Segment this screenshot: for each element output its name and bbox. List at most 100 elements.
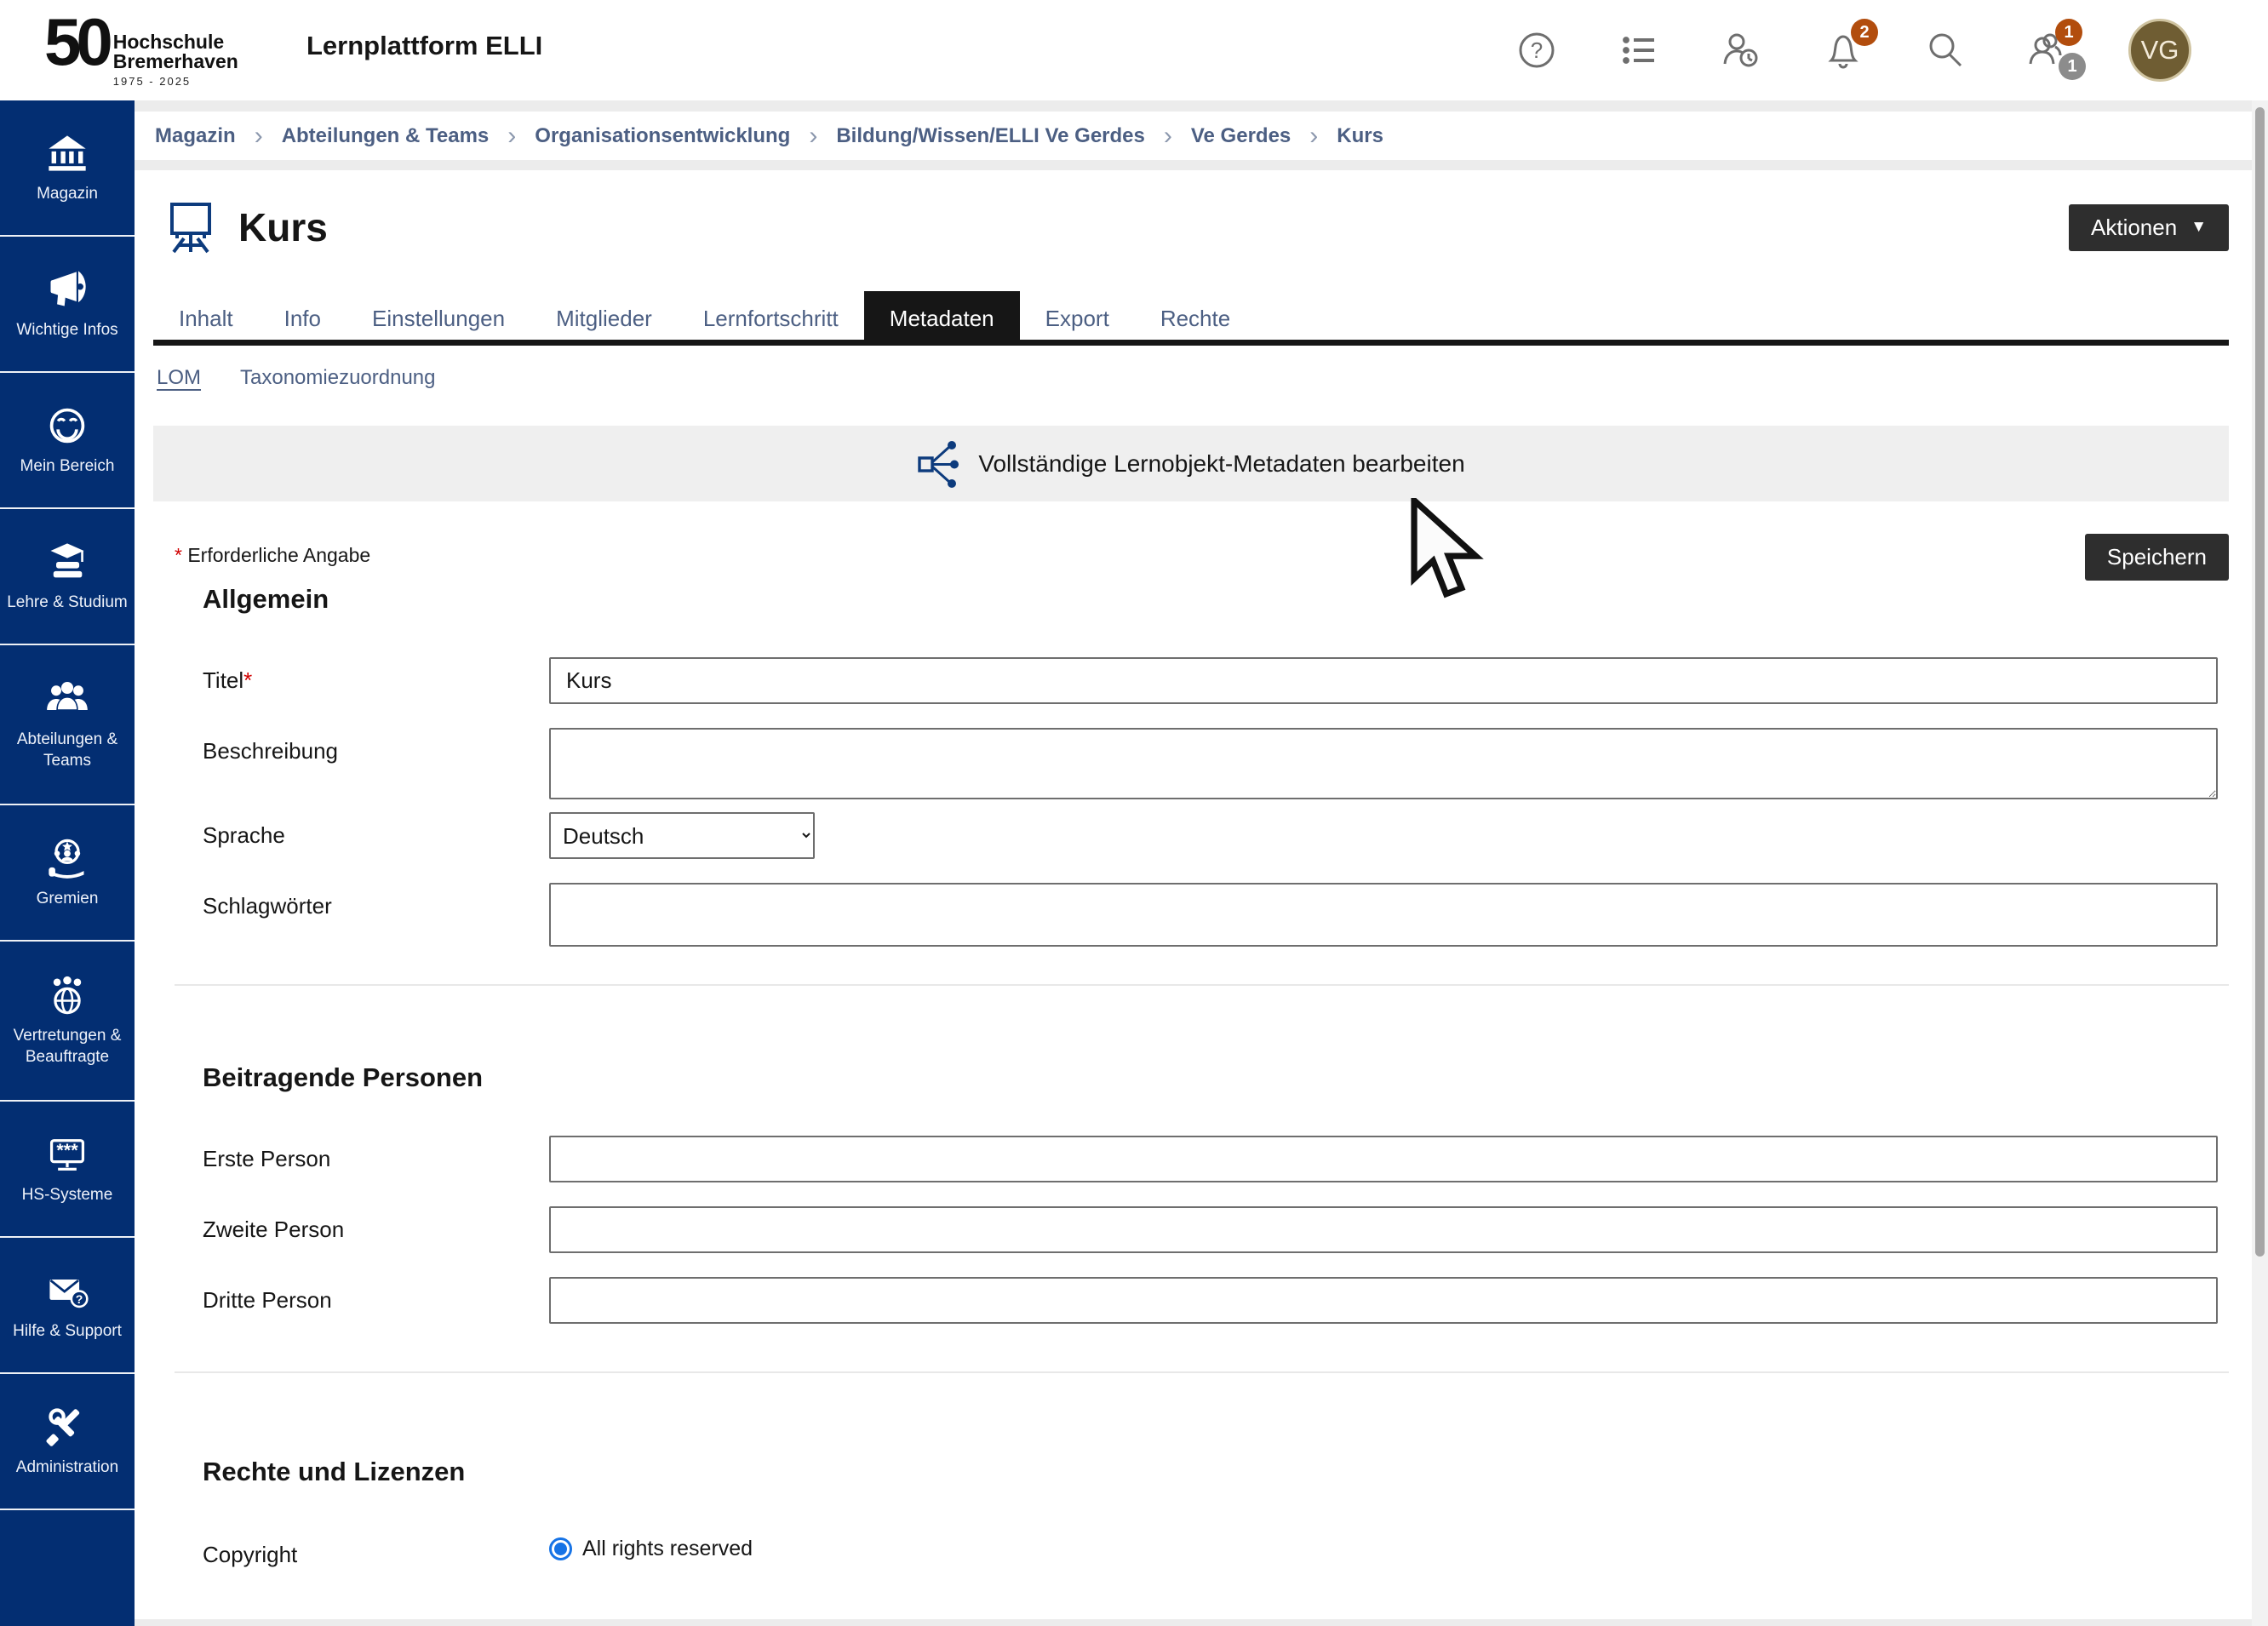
form-row-beschreibung: Beschreibung <box>203 728 2229 804</box>
logo-line1: Hochschule <box>113 32 238 52</box>
form-row-sprache: Sprache Deutsch <box>203 812 2229 859</box>
copyright-label: Copyright <box>203 1532 549 1568</box>
sidebar-item-gremien[interactable]: Gremien <box>0 805 135 942</box>
breadcrumb-magazin[interactable]: Magazin <box>155 124 236 148</box>
copyright-option-label: All rights reserved <box>582 1537 753 1561</box>
section-divider <box>175 1371 2229 1373</box>
tab-mitglieder[interactable]: Mitglieder <box>530 291 678 346</box>
metadata-banner: Vollständige Lernobjekt-Metadaten bearbe… <box>153 426 2229 501</box>
breadcrumb-separator: › <box>1309 122 1318 151</box>
breadcrumb: Magazin › Abteilungen & Teams › Organisa… <box>135 112 2252 160</box>
logo-line2: Bremerhaven <box>113 52 238 72</box>
people-group-icon <box>45 677 89 721</box>
breadcrumb-bildung-wissen[interactable]: Bildung/Wissen/ELLI Ve Gerdes <box>836 124 1145 148</box>
scrollbar-thumb[interactable] <box>2255 107 2265 1257</box>
contacts-icon[interactable]: 1 1 <box>2026 29 2069 72</box>
section-heading-rechte: Rechte und Lizenzen <box>203 1457 2229 1487</box>
notifications-badge: 2 <box>1851 19 1878 46</box>
sidebar-item-vertretungen[interactable]: Vertretungen & Beauftragte <box>0 942 135 1102</box>
form-row-dritte-person: Dritte Person <box>203 1277 2229 1324</box>
breadcrumb-abteilungen[interactable]: Abteilungen & Teams <box>282 124 490 148</box>
app-title: Lernplattform ELLI <box>306 31 542 61</box>
tab-export[interactable]: Export <box>1020 291 1135 346</box>
globe-people-icon <box>45 973 89 1017</box>
tools-icon <box>45 1405 89 1449</box>
sprache-label: Sprache <box>203 812 549 859</box>
page-title: Kurs <box>238 204 328 250</box>
svg-text:?: ? <box>76 1292 83 1306</box>
notifications-bell-icon[interactable]: 2 <box>1822 29 1864 72</box>
tab-einstellungen[interactable]: Einstellungen <box>346 291 530 346</box>
university-logo[interactable]: 50 Hochschule Bremerhaven 1975 - 2025 <box>44 10 238 88</box>
help-icon[interactable]: ? <box>1515 29 1558 72</box>
logo-years: 1975 - 2025 <box>113 75 238 88</box>
top-header: 50 Hochschule Bremerhaven 1975 - 2025 Le… <box>0 0 2268 100</box>
edit-full-metadata-link[interactable]: Vollständige Lernobjekt-Metadaten bearbe… <box>917 439 1464 489</box>
breadcrumb-separator: › <box>507 122 516 151</box>
user-avatar[interactable]: VG <box>2128 19 2191 82</box>
page-title-row: Kurs Aktionen ▼ <box>153 170 2229 254</box>
sidebar-item-lehre-studium[interactable]: Lehre & Studium <box>0 509 135 645</box>
sidebar-item-magazin[interactable]: Magazin <box>0 100 135 237</box>
smiley-icon <box>45 404 89 448</box>
contacts-secondary-badge: 1 <box>2059 53 2086 80</box>
breadcrumb-separator: › <box>255 122 263 151</box>
schlagwoerter-input[interactable] <box>549 883 2218 947</box>
beschreibung-textarea[interactable] <box>549 728 2218 799</box>
save-button[interactable]: Speichern <box>2085 534 2229 581</box>
svg-text:***: *** <box>56 1139 78 1160</box>
mail-help-icon: ? <box>45 1268 89 1313</box>
sprache-select[interactable]: Deutsch <box>549 812 815 859</box>
sidebar-item-hilfe-support[interactable]: ? Hilfe & Support <box>0 1238 135 1374</box>
search-icon[interactable] <box>1924 29 1967 72</box>
dritte-person-input[interactable] <box>549 1277 2218 1324</box>
banner-label: Vollständige Lernobjekt-Metadaten bearbe… <box>978 450 1464 478</box>
breadcrumb-separator: › <box>809 122 817 151</box>
chevron-down-icon: ▼ <box>2191 218 2207 237</box>
zweite-person-label: Zweite Person <box>203 1206 549 1253</box>
course-easel-icon <box>167 201 215 254</box>
breadcrumb-kurs[interactable]: Kurs <box>1337 124 1383 148</box>
sidebar-item-mein-bereich[interactable]: Mein Bereich <box>0 373 135 509</box>
tab-inhalt[interactable]: Inhalt <box>153 291 259 346</box>
actions-button[interactable]: Aktionen ▼ <box>2069 204 2229 251</box>
breadcrumb-separator: › <box>1164 122 1172 151</box>
sidebar-item-administration[interactable]: Administration <box>0 1374 135 1510</box>
sidebar-item-wichtige-infos[interactable]: Wichtige Infos <box>0 237 135 373</box>
who-is-online-icon[interactable] <box>1720 29 1762 72</box>
tab-lernfortschritt[interactable]: Lernfortschritt <box>678 291 864 346</box>
zweite-person-input[interactable] <box>549 1206 2218 1253</box>
sidebar-item-hs-systeme[interactable]: *** HS-Systeme <box>0 1102 135 1238</box>
copyright-radio[interactable] <box>549 1537 572 1560</box>
monitor-icon: *** <box>45 1132 89 1177</box>
main-sidebar: Magazin Wichtige Infos Mein Bereich <box>0 100 135 1626</box>
tab-metadaten[interactable]: Metadaten <box>864 291 1020 346</box>
bank-icon <box>45 131 89 175</box>
required-hint: * Erforderliche Angabe <box>175 534 370 567</box>
copyright-option: All rights reserved <box>549 1532 2218 1561</box>
titel-label: Titel* <box>203 657 549 704</box>
page-scrollbar <box>2252 100 2268 1626</box>
subtab-taxonomiezuordnung[interactable]: Taxonomiezuordnung <box>240 366 436 390</box>
list-menu-icon[interactable] <box>1618 29 1660 72</box>
tab-info[interactable]: Info <box>259 291 346 346</box>
titel-required-asterisk: * <box>243 667 252 693</box>
content-card: Kurs Aktionen ▼ Inhalt Info Einstellunge… <box>135 170 2252 1619</box>
tab-rechte[interactable]: Rechte <box>1135 291 1256 346</box>
header-icon-bar: ? <box>1515 0 2191 100</box>
required-asterisk: * <box>175 544 182 566</box>
main-area: Magazin › Abteilungen & Teams › Organisa… <box>135 100 2252 1626</box>
breadcrumb-ve-gerdes[interactable]: Ve Gerdes <box>1191 124 1291 148</box>
logo-50-text: 50 <box>44 10 108 73</box>
erste-person-input[interactable] <box>549 1136 2218 1182</box>
dritte-person-label: Dritte Person <box>203 1277 549 1324</box>
subtab-lom[interactable]: LOM <box>157 366 201 390</box>
form-row-erste-person: Erste Person <box>203 1136 2229 1182</box>
logo-text: Hochschule Bremerhaven 1975 - 2025 <box>113 32 238 88</box>
form-row-schlagwoerter: Schlagwörter <box>203 883 2229 947</box>
sidebar-item-abteilungen-teams[interactable]: Abteilungen & Teams <box>0 645 135 805</box>
books-graduation-icon <box>45 540 89 584</box>
committee-icon <box>45 836 89 880</box>
titel-input[interactable] <box>549 657 2218 704</box>
breadcrumb-organisationsentwicklung[interactable]: Organisationsentwicklung <box>535 124 790 148</box>
